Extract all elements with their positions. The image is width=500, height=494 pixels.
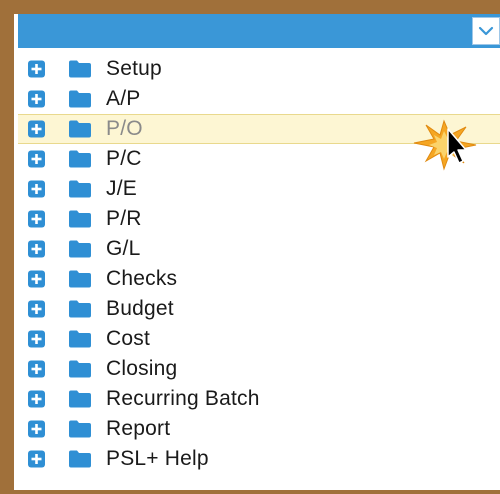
plus-icon[interactable] (28, 330, 45, 348)
folder-icon (69, 150, 91, 168)
plus-icon[interactable] (28, 390, 45, 408)
chevron-down-icon (478, 26, 494, 36)
plus-icon[interactable] (28, 360, 45, 378)
tree-item-label: J/E (106, 177, 137, 200)
tree-item-g-l[interactable]: G/L (18, 234, 500, 264)
folder-icon (69, 300, 91, 318)
plus-icon[interactable] (28, 90, 45, 108)
tree-item-label: Budget (106, 297, 174, 320)
tree-item-p-r[interactable]: P/R (18, 204, 500, 234)
navigation-panel: Setup A/P P/O P/C J/E P/R G/L Checks Budget Cost C… (14, 14, 500, 490)
tree-item-cost[interactable]: Cost (18, 324, 500, 354)
tree-item-label: Setup (106, 57, 162, 80)
tree-item-label: P/C (106, 147, 142, 170)
folder-icon (69, 90, 91, 108)
folder-icon (69, 240, 91, 258)
tree-item-label: Recurring Batch (106, 387, 260, 410)
folder-icon (69, 420, 91, 438)
tree-item-closing[interactable]: Closing (18, 354, 500, 384)
plus-icon[interactable] (28, 180, 45, 198)
folder-icon (69, 120, 91, 138)
tree-item-label: Checks (106, 267, 178, 290)
tree-item-p-c[interactable]: P/C (18, 144, 500, 174)
tree-item-recurring-batch[interactable]: Recurring Batch (18, 384, 500, 414)
tree-item-label: PSL+ Help (106, 447, 209, 470)
menu-tree: Setup A/P P/O P/C J/E P/R G/L Checks Budget Cost C… (18, 54, 500, 474)
tree-item-p-o[interactable]: P/O (18, 114, 500, 144)
tree-item-label: Report (106, 417, 171, 440)
plus-icon[interactable] (28, 120, 45, 138)
tree-item-report[interactable]: Report (18, 414, 500, 444)
tree-item-label: Cost (106, 327, 150, 350)
dropdown-button[interactable] (472, 17, 500, 45)
folder-icon (69, 60, 91, 78)
plus-icon[interactable] (28, 420, 45, 438)
plus-icon[interactable] (28, 150, 45, 168)
plus-icon[interactable] (28, 450, 45, 468)
plus-icon[interactable] (28, 270, 45, 288)
folder-icon (69, 450, 91, 468)
folder-icon (69, 270, 91, 288)
tree-item-label: P/R (106, 207, 142, 230)
folder-icon (69, 330, 91, 348)
panel-header (18, 14, 500, 48)
tree-item-budget[interactable]: Budget (18, 294, 500, 324)
folder-icon (69, 210, 91, 228)
plus-icon[interactable] (28, 240, 45, 258)
tree-item-a-p[interactable]: A/P (18, 84, 500, 114)
tree-item-label: P/O (106, 117, 143, 140)
plus-icon[interactable] (28, 300, 45, 318)
folder-icon (69, 180, 91, 198)
plus-icon[interactable] (28, 210, 45, 228)
folder-icon (69, 390, 91, 408)
tree-item-label: G/L (106, 237, 141, 260)
tree-item-setup[interactable]: Setup (18, 54, 500, 84)
tree-item-checks[interactable]: Checks (18, 264, 500, 294)
tree-item-j-e[interactable]: J/E (18, 174, 500, 204)
tree-item-label: A/P (106, 87, 141, 110)
tree-item-psl-help[interactable]: PSL+ Help (18, 444, 500, 474)
plus-icon[interactable] (28, 60, 45, 78)
folder-icon (69, 360, 91, 378)
tree-item-label: Closing (106, 357, 178, 380)
